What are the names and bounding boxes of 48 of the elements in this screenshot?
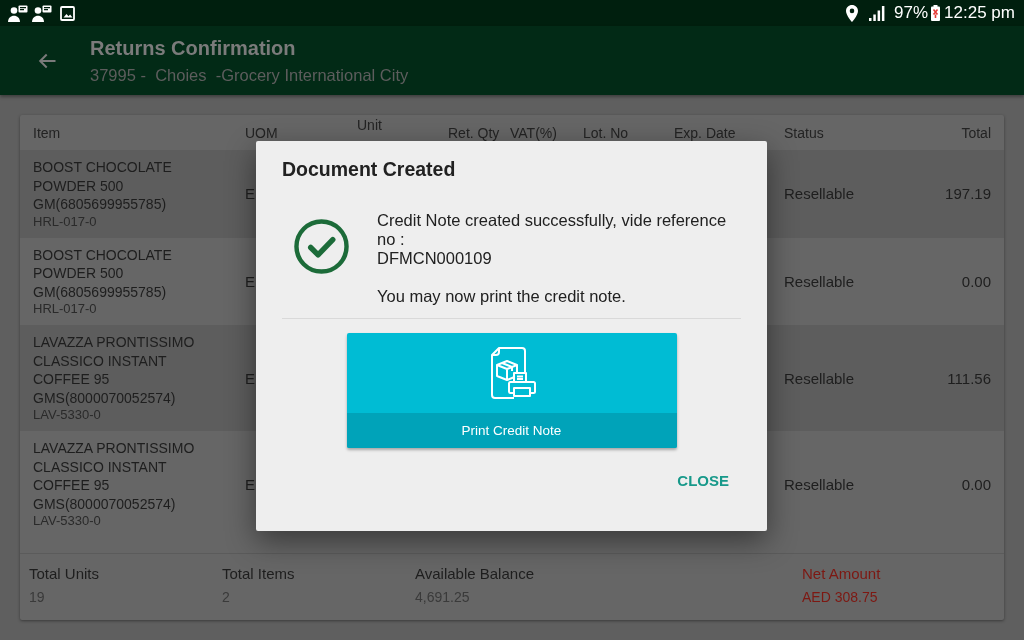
total-amount: 197.19 — [945, 185, 991, 203]
column-header: Unit — [357, 116, 383, 133]
status-text: Resellable — [784, 475, 856, 493]
item-code: LAV-5330-0 — [33, 513, 102, 529]
reference-number: DFMCN000109 — [377, 249, 493, 268]
column-header: VAT(%) — [510, 124, 558, 141]
dialog-title: Document Created — [282, 157, 456, 181]
signal-icon — [869, 5, 886, 21]
status-text: Resellable — [784, 272, 856, 290]
status-text: Resellable — [784, 185, 856, 203]
total-amount: 111.56 — [947, 369, 991, 387]
summary-label: Net Amount — [802, 565, 882, 583]
column-header: Lot. No — [583, 124, 630, 141]
person-message-icon — [32, 4, 52, 22]
uom-text: E — [245, 272, 256, 290]
item-name: BOOST CHOCOLATE POWDER 500 GM(6805699955785) — [33, 245, 173, 301]
person-message-icon — [8, 4, 28, 22]
column-header: Item — [33, 124, 62, 141]
status-text: Resellable — [784, 369, 856, 387]
battery-icon — [931, 5, 941, 21]
back-arrow-icon[interactable] — [38, 52, 56, 69]
item-name: LAVAZZA PRONTISSIMO CLASSICO INSTANT COFFEE 95 GMS(8000070052574) — [33, 439, 196, 513]
image-icon — [60, 5, 75, 21]
item-name: LAVAZZA PRONTISSIMO CLASSICO INSTANT COFFEE 95 GMS(8000070052574) — [33, 333, 196, 407]
item-code: HRL-017-0 — [33, 301, 98, 317]
column-header: Status — [784, 124, 825, 141]
item-name: BOOST CHOCOLATE POWDER 500 GM(6805699955785) — [33, 158, 173, 214]
screen-subtitle: 37995 - Choies -Grocery International City — [90, 65, 409, 85]
total-amount: 0.00 — [961, 272, 991, 290]
summary-label: Available Balance — [415, 565, 535, 583]
location-pin-icon — [846, 4, 859, 22]
total-amount: 0.00 — [961, 475, 991, 493]
column-header: Ret. Qty — [448, 124, 501, 141]
column-header: Total — [961, 124, 991, 141]
close-button[interactable]: CLOSE — [669, 466, 737, 495]
summary-label: Total Units — [29, 565, 101, 583]
check-circle-icon — [294, 219, 349, 274]
summary-value: AED 308.75 — [802, 589, 879, 605]
dialog-note: You may now print the credit note. — [377, 287, 627, 306]
column-header: UOM — [245, 124, 279, 141]
dialog-message: Credit Note created successfully, vide reference no : — [377, 211, 728, 249]
print-credit-note-button[interactable]: Print Credit Note — [346, 333, 677, 448]
uom-text: E — [245, 475, 256, 493]
column-header: Exp. Date — [674, 124, 737, 141]
screen-title: Returns Confirmation — [90, 36, 297, 60]
summary-label: Total Items — [222, 565, 296, 583]
clock: 12:25 pm — [944, 3, 1015, 23]
battery-percentage: 97% — [894, 3, 929, 23]
